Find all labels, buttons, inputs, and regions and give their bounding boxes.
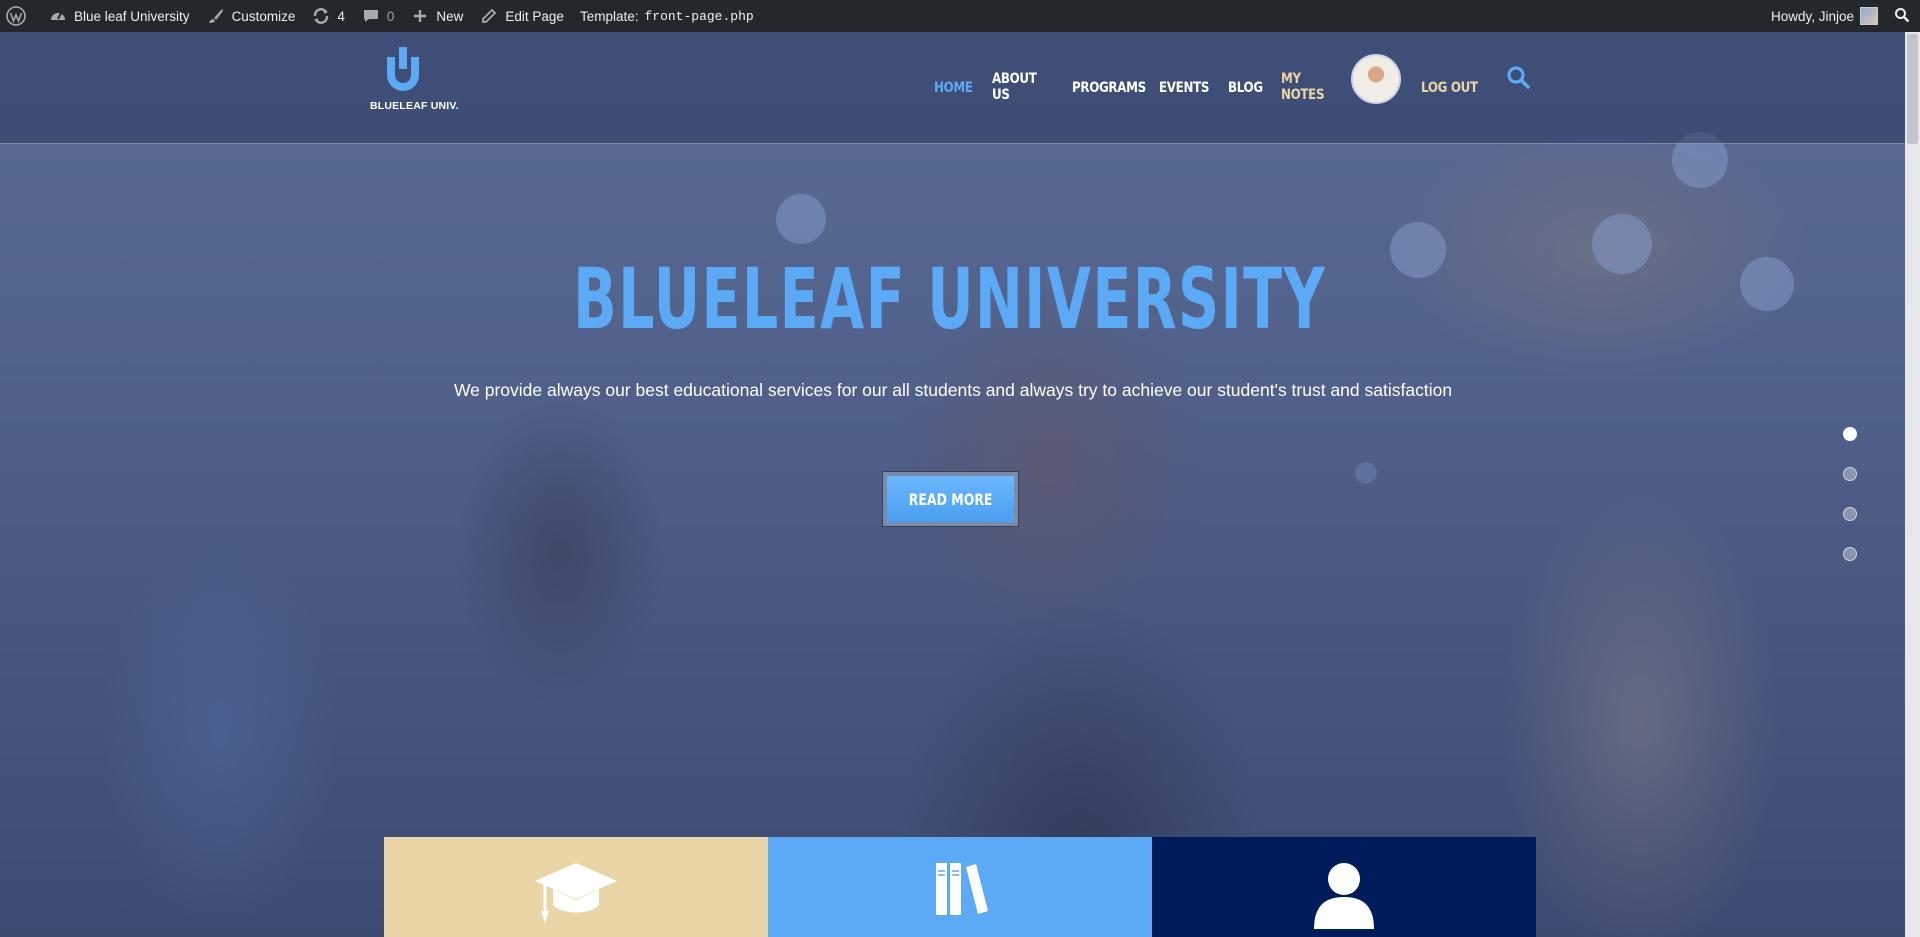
logout-link[interactable]: LOG OUT — [1421, 32, 1490, 143]
template-label: Template: — [579, 8, 639, 24]
user-avatar[interactable] — [1351, 54, 1401, 104]
comment-icon — [361, 6, 381, 26]
search-icon — [1507, 66, 1530, 89]
logout-label: LOG OUT — [1421, 79, 1478, 96]
new-label: New — [436, 8, 464, 24]
howdy-label: Howdy, Jinjoe — [1770, 8, 1854, 24]
nav-about-us[interactable]: ABOUT US — [992, 71, 1070, 104]
logo-u-icon — [387, 47, 419, 91]
main-navigation: HOME ABOUT US PROGRAMS EVENTS BLOG MY NO… — [934, 32, 1363, 143]
new-content-link[interactable]: New — [402, 0, 471, 32]
feature-box-students[interactable] — [1152, 837, 1536, 937]
updates-link[interactable]: 4 — [303, 0, 353, 32]
brush-icon — [206, 6, 226, 26]
slider-dot-2[interactable] — [1843, 467, 1857, 481]
slider-dot-1[interactable] — [1843, 427, 1857, 441]
hero-subtitle: We provide always our best educational s… — [453, 380, 1453, 400]
site-header: BLUELEAF UNIV. HOME ABOUT US PROGRAMS EV… — [0, 32, 1905, 144]
read-more-button[interactable]: READ MORE — [883, 472, 1018, 526]
hero-title: BLUELEAF UNIVERSITY — [0, 250, 1900, 348]
edit-page-label: Edit Page — [505, 8, 564, 24]
graduation-cap-icon — [535, 863, 617, 923]
search-icon — [1894, 7, 1910, 26]
admin-avatar — [1860, 7, 1878, 25]
nav-blog-label: BLOG — [1228, 79, 1263, 96]
user-icon — [1314, 863, 1374, 929]
updates-count: 4 — [337, 8, 345, 24]
account-menu[interactable]: Howdy, Jinjoe — [1763, 0, 1886, 32]
template-file: front-page.php — [644, 8, 754, 24]
nav-programs[interactable]: PROGRAMS — [1072, 79, 1157, 97]
wordpress-icon — [6, 6, 26, 26]
comments-link[interactable]: 0 — [353, 0, 403, 32]
edit-page-link[interactable]: Edit Page — [471, 0, 572, 32]
site-logo[interactable]: BLUELEAF UNIV. — [370, 47, 459, 112]
nav-home[interactable]: HOME — [934, 79, 990, 97]
nav-my-notes-label: MY NOTES — [1281, 71, 1325, 103]
nav-programs-label: PROGRAMS — [1072, 79, 1146, 96]
feature-box-library[interactable] — [768, 837, 1152, 937]
pencil-icon — [479, 6, 499, 26]
comments-count: 0 — [386, 8, 395, 24]
scrollbar-thumb[interactable] — [1907, 34, 1918, 144]
hero-title-text: BLUELEAF UNIVERSITY — [573, 250, 1327, 348]
template-info[interactable]: Template: front-page.php — [572, 0, 762, 32]
nav-events-label: EVENTS — [1159, 79, 1210, 96]
slider-dot-3[interactable] — [1843, 507, 1857, 521]
nav-events[interactable]: EVENTS — [1159, 79, 1226, 97]
wordpress-logo-button[interactable] — [0, 0, 40, 32]
admin-search-button[interactable] — [1886, 0, 1920, 32]
logo-text: BLUELEAF UNIV. — [370, 100, 459, 112]
search-button[interactable] — [1506, 65, 1530, 89]
books-icon — [936, 863, 988, 915]
feature-box-academics[interactable] — [384, 837, 768, 937]
site-name-label: Blue leaf University — [74, 8, 190, 24]
nav-home-label: HOME — [934, 79, 973, 96]
nav-blog[interactable]: BLOG — [1228, 79, 1279, 97]
read-more-label: READ MORE — [908, 489, 993, 509]
refresh-icon — [311, 6, 331, 26]
site-name-link[interactable]: Blue leaf University — [40, 0, 198, 32]
customize-link[interactable]: Customize — [198, 0, 304, 32]
plus-icon — [410, 6, 430, 26]
customize-label: Customize — [231, 8, 296, 24]
nav-about-us-label: ABOUT US — [992, 71, 1037, 103]
dashboard-icon — [48, 6, 68, 26]
admin-bar: Blue leaf University Customize 4 0 New E… — [0, 0, 1920, 32]
nav-my-notes[interactable]: MY NOTES — [1281, 71, 1361, 104]
page-scrollbar[interactable] — [1905, 32, 1920, 937]
slider-dot-4[interactable] — [1843, 547, 1857, 561]
